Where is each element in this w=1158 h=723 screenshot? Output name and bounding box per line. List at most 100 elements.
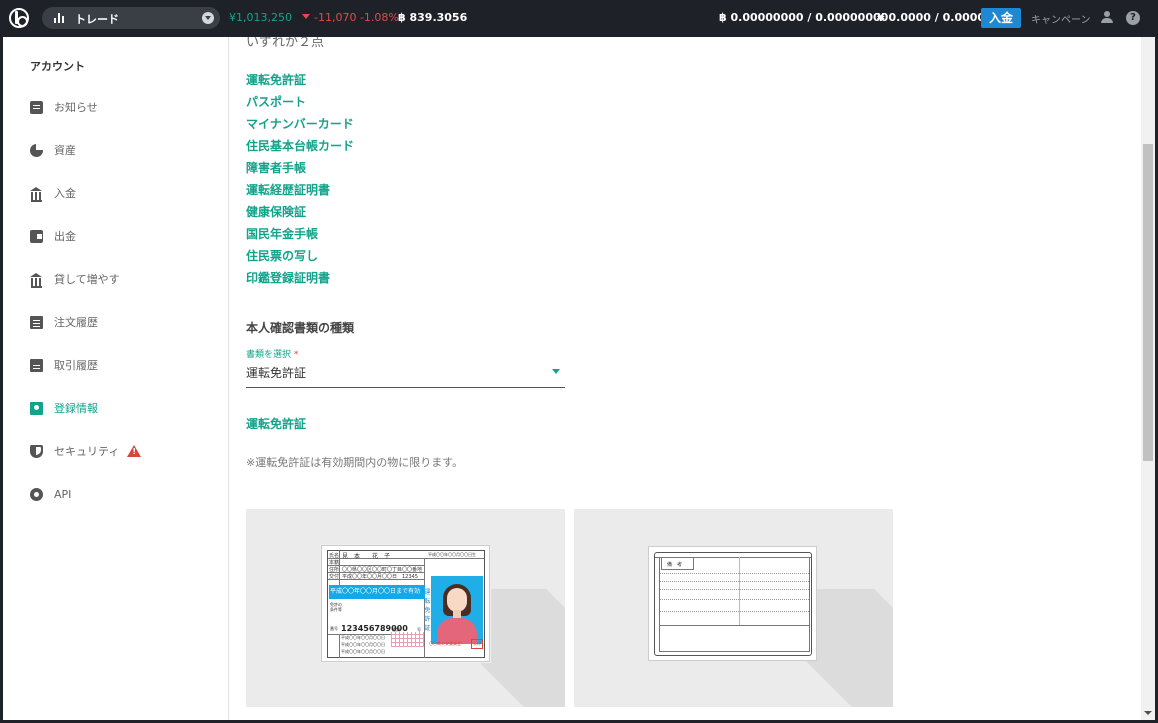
issuer-text: 〇〇県公安委員会 (429, 641, 461, 646)
doc-link-disability-handbook[interactable]: 障害者手帳 (246, 159, 306, 176)
license-front-example: 氏名 見 本 花 子 平成〇〇年〇〇月〇〇日生 本籍 住所 〇〇県〇〇区〇〇町〇… (246, 509, 565, 707)
date-row-3: 平成〇〇年〇〇月〇〇日 (341, 649, 385, 654)
bitbank-logo-icon[interactable] (9, 8, 29, 28)
price-change-value: -11,070 -1.08% (314, 11, 399, 24)
doc-link-driving-history-certificate[interactable]: 運転経歴証明書 (246, 181, 330, 198)
sidebar-item-label: API (54, 487, 72, 501)
bank-icon (30, 272, 43, 288)
license-number-label: 番号 (330, 626, 338, 631)
license-back-card-illustration: 備 考 (648, 546, 817, 661)
campaign-link[interactable]: キャンペーン (1031, 11, 1091, 26)
sidebar-item-order-history[interactable]: 注文履歴 (30, 312, 98, 332)
name-value: 見 本 花 子 (342, 553, 391, 560)
address-label: 住所 (329, 567, 340, 573)
doc-link-resident-certificate[interactable]: 住民票の写し (246, 247, 318, 264)
issue-label: 交付 (329, 574, 340, 580)
dropdown-arrow-icon (552, 369, 560, 374)
sidebar-item-label: お知らせ (54, 101, 98, 114)
sidebar-item-deposit[interactable]: 入金 (30, 183, 76, 203)
license-front-card-illustration: 氏名 見 本 花 子 平成〇〇年〇〇月〇〇日生 本籍 住所 〇〇県〇〇区〇〇町〇… (321, 545, 490, 662)
main-frame: アカウント お知らせ 資産 入金 出金 貸して増やす 注文履歴 取引履歴 登録情… (3, 37, 1155, 720)
remarks-header: 備 考 (661, 557, 694, 570)
content-area: いずれか２点 運転免許証 パスポート マイナンバーカード 住民基本台帳カード 障… (246, 37, 1126, 720)
section-title: 本人確認書類の種類 (246, 321, 355, 335)
top-bar: トレード ¥1,013,250 -11,070 -1.08% ฿ 839.305… (0, 0, 1158, 37)
clipboard-icon (30, 315, 43, 329)
sidebar-item-label: セキュリティ (54, 445, 120, 458)
portrait-face (447, 588, 467, 612)
doc-link-my-number-card[interactable]: マイナンバーカード (246, 115, 354, 132)
warning-icon (127, 445, 142, 457)
price-jpy: ¥1,013,250 (229, 11, 292, 24)
scrollbar-thumb[interactable] (1143, 144, 1153, 461)
document-icon (30, 358, 43, 372)
birth-date: 平成〇〇年〇〇月〇〇日生 (428, 552, 476, 557)
sidebar-item-withdraw[interactable]: 出金 (30, 226, 76, 246)
sidebar-heading: アカウント (30, 60, 85, 73)
vertical-scrollbar[interactable] (1141, 37, 1155, 720)
help-icon[interactable]: ? (1126, 11, 1140, 25)
license-back-frame: 備 考 (654, 552, 812, 656)
validity-note: ※運転免許証は有効期間内の物に限ります。 (246, 456, 464, 469)
vertical-license-label: 運転免許証 (424, 589, 431, 632)
sidebar-item-label: 資産 (54, 144, 76, 157)
down-triangle-icon (302, 14, 310, 19)
sidebar-item-registration[interactable]: 登録情報 (30, 398, 98, 418)
balance-btc: ฿ 0.00000000 / 0.00000000 (719, 11, 889, 24)
expiry-text: 平成〇〇年〇〇月〇〇日まで有効 (330, 588, 421, 595)
shield-icon (30, 444, 43, 458)
official-seal: 公印 (471, 639, 483, 649)
required-count-text: いずれか２点 (246, 37, 325, 50)
trade-dropdown[interactable]: トレード (42, 7, 220, 29)
scroll-down-arrow-icon[interactable] (1144, 711, 1152, 715)
doc-link-passport[interactable]: パスポート (246, 93, 306, 110)
sidebar: アカウント お知らせ 資産 入金 出金 貸して増やす 注文履歴 取引履歴 登録情… (3, 37, 229, 720)
user-icon[interactable] (1101, 11, 1113, 23)
sidebar-item-label: 入金 (54, 187, 76, 200)
doc-link-seal-certificate[interactable]: 印鑑登録証明書 (246, 269, 330, 286)
portrait-photo (431, 576, 483, 644)
deposit-button[interactable]: 入金 (981, 8, 1021, 28)
notice-icon (30, 100, 43, 114)
address-value: 〇〇県〇〇区〇〇町〇丁目〇〇番地 (342, 567, 423, 573)
sidebar-item-label: 登録情報 (54, 402, 98, 415)
sidebar-item-label: 取引履歴 (54, 359, 98, 372)
sidebar-item-label: 注文履歴 (54, 316, 98, 329)
trade-label: トレード (75, 13, 119, 26)
sidebar-item-api[interactable]: API (30, 484, 71, 504)
selected-document-title: 運転免許証 (246, 417, 307, 431)
sidebar-item-label: 出金 (54, 230, 76, 243)
pie-chart-icon (30, 143, 43, 157)
doc-link-pension-handbook[interactable]: 国民年金手帳 (246, 225, 318, 242)
sidebar-item-assets[interactable]: 資産 (30, 140, 76, 160)
sidebar-item-security[interactable]: セキュリティ (30, 441, 142, 461)
doc-link-resident-register-card[interactable]: 住民基本台帳カード (246, 137, 354, 154)
conditions-label-2: 条件等 (330, 607, 342, 612)
select-value: 運転免許証 (246, 366, 307, 380)
doc-link-health-insurance-card[interactable]: 健康保険証 (246, 203, 306, 220)
date-row-1: 平成〇〇年〇〇月〇〇日 (341, 635, 385, 640)
portrait-neck (453, 610, 461, 618)
doc-link-drivers-license[interactable]: 運転免許証 (246, 71, 306, 88)
license-class-grid (391, 632, 424, 647)
sidebar-item-notices[interactable]: お知らせ (30, 97, 98, 117)
price-btc: ฿ 839.3056 (398, 11, 468, 24)
id-badge-icon (30, 401, 43, 415)
date-row-2: 平成〇〇年〇〇月〇〇日 (341, 642, 385, 647)
gear-icon (30, 487, 43, 501)
license-front-frame: 氏名 見 本 花 子 平成〇〇年〇〇月〇〇日生 本籍 住所 〇〇県〇〇区〇〇町〇… (327, 550, 485, 658)
name-label: 氏名 (329, 553, 340, 559)
sidebar-item-label: 貸して増やす (54, 273, 120, 286)
balance-jpy: ¥ 0.0000 / 0.0000 (877, 11, 986, 24)
chevron-down-icon (202, 12, 214, 24)
issue-value: 平成〇〇年〇〇月〇〇日 12345 (342, 574, 418, 580)
sidebar-item-lending[interactable]: 貸して増やす (30, 269, 120, 289)
wallet-icon (30, 229, 43, 243)
expiry-band-accent (329, 595, 425, 599)
bank-icon (30, 186, 43, 202)
license-back-example: 備 考 (574, 509, 893, 707)
document-type-select[interactable]: 運転免許証 (246, 359, 565, 388)
honseki-label: 本籍 (329, 560, 340, 566)
price-change: -11,070 -1.08% (302, 11, 399, 24)
sidebar-item-trade-history[interactable]: 取引履歴 (30, 355, 98, 375)
